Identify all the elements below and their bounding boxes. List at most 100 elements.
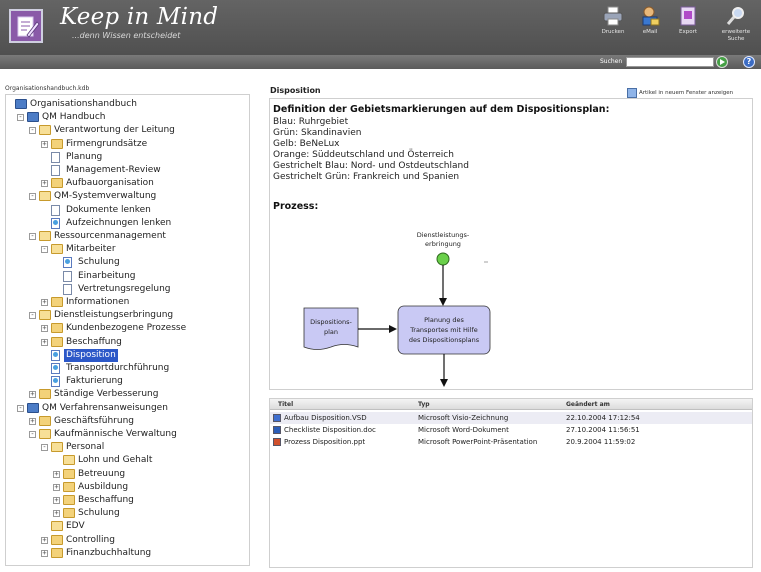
tree-item[interactable]: Transportdurchführung	[6, 362, 249, 375]
column-header-type[interactable]: Typ	[418, 401, 430, 408]
tree-item-label: Vertretungsregelung	[78, 283, 171, 294]
expand-icon[interactable]: +	[29, 391, 36, 399]
search-bar: Suchen ?	[0, 55, 761, 69]
collapse-icon[interactable]: -	[29, 127, 36, 135]
collapse-icon[interactable]: -	[17, 114, 24, 122]
folder-open-icon	[39, 231, 51, 241]
attachments-table: Titel Typ Geändert am Aufbau Disposition…	[269, 398, 753, 568]
email-button[interactable]: eMail	[630, 5, 670, 36]
tree-item[interactable]: Vertretungsregelung	[6, 283, 249, 296]
tree-item-label: Informationen	[66, 297, 130, 307]
tree-item-label: Beschaffung	[78, 495, 134, 505]
column-header-date[interactable]: Geändert am	[566, 401, 610, 408]
table-row[interactable]: Prozess Disposition.ppt Microsoft PowerP…	[270, 436, 752, 448]
tree-item[interactable]: Planung	[6, 151, 249, 164]
tree-item[interactable]: + Schulung	[6, 507, 249, 520]
tree-item[interactable]: - Kaufmännische Verwaltung	[6, 428, 249, 441]
tree-item[interactable]: + Beschaffung	[6, 494, 249, 507]
collapse-icon[interactable]: -	[41, 246, 48, 254]
tree-item[interactable]: + Geschäftsführung	[6, 415, 249, 428]
expand-icon[interactable]: +	[29, 417, 36, 425]
collapse-icon[interactable]: -	[17, 404, 24, 412]
column-header-title[interactable]: Titel	[278, 401, 293, 408]
tree-item[interactable]: Disposition	[6, 348, 249, 362]
visio-file-icon	[273, 414, 281, 422]
tree-item-label: Management-Review	[66, 165, 161, 175]
open-in-new-window-link[interactable]: Artikel in neuem Fenster anzeigen	[639, 90, 733, 96]
linked-document-icon	[51, 217, 60, 229]
tree-item[interactable]: EDV	[6, 520, 249, 533]
tree-item[interactable]: - Ressourcenmanagement	[6, 230, 249, 243]
process-label-2: Transportes mit Hilfe	[409, 326, 478, 334]
process-diagram: Dienstleistungs- erbringung Dispositions…	[303, 231, 491, 387]
file-name[interactable]: Prozess Disposition.ppt	[284, 438, 365, 446]
tree-item[interactable]: - Mitarbeiter	[6, 243, 249, 256]
tree-item[interactable]: - QM Handbuch	[6, 111, 249, 124]
tree-item[interactable]: - Personal	[6, 441, 249, 454]
advanced-search-button[interactable]: erweiterte Suche	[716, 5, 756, 43]
tree-item[interactable]: + Ständige Verbesserung	[6, 388, 249, 401]
file-type: Microsoft Visio-Zeichnung	[418, 414, 509, 422]
tree-item[interactable]: - Verantwortung der Leitung	[6, 124, 249, 137]
tree-item[interactable]: Fakturierung	[6, 375, 249, 388]
tree-item[interactable]: + Informationen	[6, 296, 249, 309]
expand-icon[interactable]: +	[53, 510, 60, 518]
tree-item[interactable]: + Beschaffung	[6, 336, 249, 349]
expand-icon[interactable]: +	[41, 325, 48, 333]
expand-icon[interactable]: +	[41, 549, 48, 557]
expand-icon[interactable]: +	[53, 470, 60, 478]
book-stack-icon	[27, 402, 39, 413]
start-event-icon	[436, 252, 450, 266]
tree-item[interactable]: Einarbeitung	[6, 270, 249, 283]
tree-item[interactable]: - QM-Systemverwaltung	[6, 190, 249, 203]
tree-item[interactable]: + Finanzbuchhaltung	[6, 547, 249, 560]
tree-item[interactable]: + Controlling	[6, 534, 249, 547]
email-icon	[639, 5, 661, 27]
start-label-1: Dienstleistungs-	[417, 231, 470, 239]
collapse-icon[interactable]: -	[41, 444, 48, 452]
search-go-icon[interactable]	[716, 56, 728, 68]
table-row[interactable]: Checkliste Disposition.doc Microsoft Wor…	[270, 424, 752, 436]
tree-item[interactable]: Aufzeichnungen lenken	[6, 217, 249, 230]
tree-item[interactable]: + Betreuung	[6, 468, 249, 481]
tree-item[interactable]: Dokumente lenken	[6, 204, 249, 217]
book-stack-icon	[15, 99, 27, 109]
document-icon	[63, 270, 72, 282]
tree-item[interactable]: - QM Verfahrensanweisungen	[6, 402, 249, 415]
tree-item[interactable]: + Firmengrundsätze	[6, 138, 249, 151]
linked-document-icon	[51, 363, 60, 374]
expand-icon[interactable]: +	[41, 338, 48, 346]
collapse-icon[interactable]: -	[29, 193, 36, 201]
print-button[interactable]: Drucken	[593, 5, 633, 36]
file-type: Microsoft Word-Dokument	[418, 426, 509, 434]
export-button[interactable]: Export	[668, 5, 708, 36]
tree-item-label: Kaufmännische Verwaltung	[54, 429, 177, 439]
tree-item[interactable]: Organisationshandbuch	[6, 98, 249, 111]
file-name[interactable]: Checkliste Disposition.doc	[284, 426, 376, 434]
collapse-icon[interactable]: -	[29, 233, 36, 240]
expand-icon[interactable]: +	[41, 299, 48, 306]
expand-icon[interactable]: +	[41, 536, 48, 544]
search-input[interactable]	[626, 57, 714, 67]
document-icon	[51, 165, 60, 176]
tree-item[interactable]: Schulung	[6, 256, 249, 269]
expand-icon[interactable]: +	[53, 497, 60, 504]
tree-item[interactable]: Management-Review	[6, 164, 249, 177]
tree-item[interactable]: + Aufbauorganisation	[6, 177, 249, 190]
app-tagline: ...denn Wissen entscheidet	[72, 31, 181, 40]
tree-item[interactable]: + Kundenbezogene Prozesse	[6, 322, 249, 335]
tree-item[interactable]: Lohn und Gehalt	[6, 454, 249, 467]
expand-icon[interactable]: +	[53, 483, 60, 491]
file-name[interactable]: Aufbau Disposition.VSD	[284, 414, 367, 422]
help-icon[interactable]: ?	[743, 56, 755, 68]
collapse-icon[interactable]: -	[29, 312, 36, 320]
expand-icon[interactable]: +	[41, 140, 48, 148]
expand-icon[interactable]: +	[41, 180, 48, 188]
tree-item[interactable]: + Ausbildung	[6, 481, 249, 494]
new-window-icon[interactable]	[627, 88, 637, 98]
collapse-icon[interactable]: -	[29, 431, 36, 438]
folder-open-icon	[51, 442, 63, 453]
tree-item-label: Finanzbuchhaltung	[66, 547, 152, 558]
table-row[interactable]: Aufbau Disposition.VSD Microsoft Visio-Z…	[270, 412, 752, 424]
tree-item[interactable]: - Dienstleistungserbringung	[6, 309, 249, 322]
